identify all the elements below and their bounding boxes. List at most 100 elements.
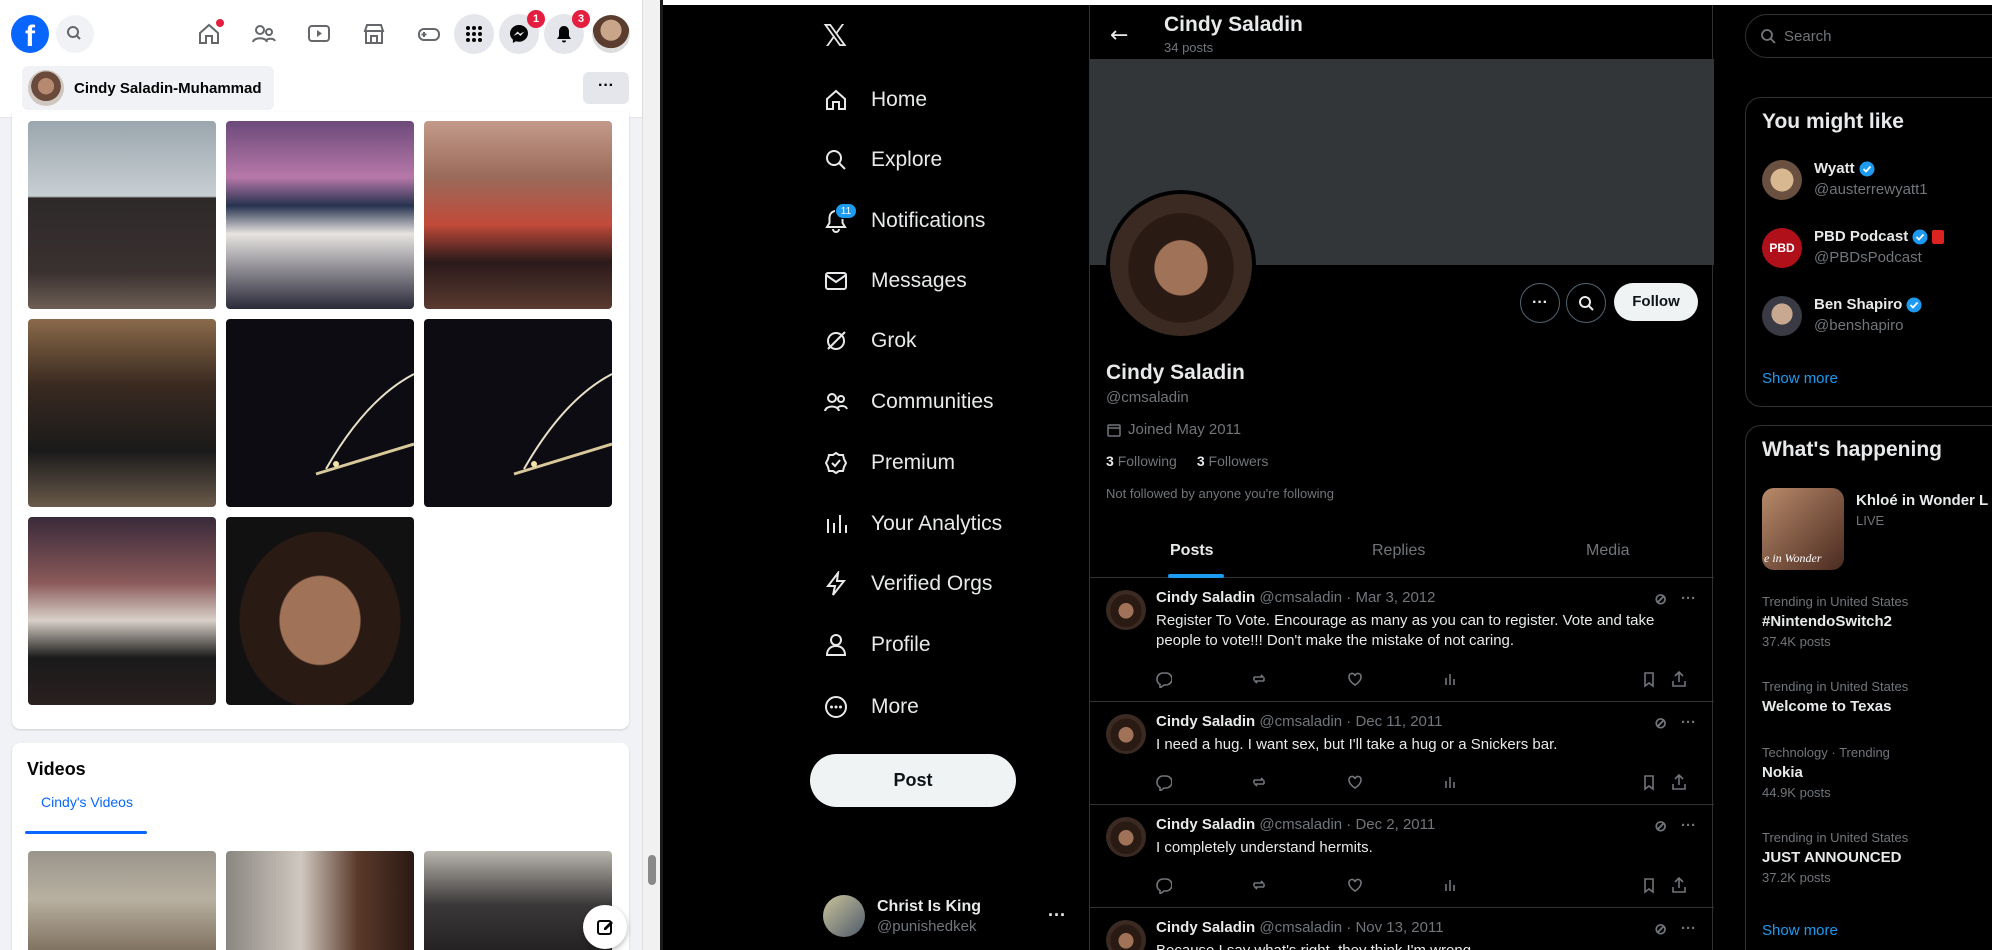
repost-icon[interactable] [1250, 670, 1268, 693]
trend-item[interactable]: Trending in United States Welcome to Tex… [1762, 679, 1908, 715]
tweet-more-button[interactable]: ··· [1681, 817, 1696, 835]
follow-button[interactable]: Follow [1614, 283, 1698, 321]
search-icon [67, 26, 81, 40]
photo-thumbnail[interactable] [28, 517, 216, 705]
profile-avatar[interactable] [1106, 190, 1256, 340]
post-button[interactable]: Post [810, 754, 1016, 807]
nav-profile[interactable]: Profile [823, 623, 931, 667]
photo-thumbnail[interactable] [226, 121, 414, 309]
bookmark-icon[interactable] [1640, 773, 1658, 796]
featured-event[interactable]: Khloé in Wonder L LIVE [1856, 492, 1988, 528]
views-icon[interactable] [1442, 670, 1460, 693]
account-more-button[interactable]: ··· [1048, 905, 1066, 926]
suggested-user[interactable]: Ben Shapiro @benshapiro [1762, 296, 1922, 336]
fb-scrollbar[interactable] [642, 0, 660, 950]
nav-more[interactable]: More [823, 685, 919, 729]
profile-search-button[interactable] [1566, 283, 1606, 323]
following-link[interactable]: 3 Following [1106, 453, 1177, 469]
x-logo[interactable]: 𝕏 [823, 19, 847, 54]
tweet-more-button[interactable]: ··· [1681, 920, 1696, 938]
trend-item[interactable]: Trending in United States JUST ANNOUNCED… [1762, 830, 1908, 885]
fb-search-button[interactable] [56, 15, 94, 53]
tab-media[interactable]: Media [1586, 542, 1630, 560]
search-input[interactable] [1784, 27, 1984, 45]
photo-thumbnail[interactable] [28, 319, 216, 507]
account-switcher[interactable]: Christ Is King @punishedkek [823, 895, 981, 937]
views-icon[interactable] [1442, 876, 1460, 899]
fb-menu-button[interactable] [454, 14, 494, 54]
reply-icon[interactable] [1154, 670, 1173, 693]
nav-your-analytics[interactable]: Your Analytics [823, 502, 1002, 546]
fb-video-nav[interactable] [300, 15, 338, 53]
trend-item[interactable]: Trending in United States #NintendoSwitc… [1762, 594, 1908, 649]
share-icon[interactable] [1670, 670, 1688, 693]
share-icon[interactable] [1670, 876, 1688, 899]
featured-thumbnail[interactable]: e in Wonder [1762, 488, 1844, 570]
views-icon[interactable] [1442, 773, 1460, 796]
avatar [1106, 590, 1146, 630]
nav-communities[interactable]: Communities [823, 380, 994, 424]
share-icon[interactable] [1670, 773, 1688, 796]
suggested-user[interactable]: PBD PBD Podcast @PBDsPodcast [1762, 228, 1945, 268]
photo-thumbnail[interactable] [226, 319, 414, 507]
profile-more-button[interactable]: ··· [1520, 283, 1560, 323]
grok-icon[interactable]: ⊘ [1654, 590, 1667, 608]
nav-messages[interactable]: Messages [823, 259, 967, 303]
tweet[interactable]: Cindy Saladin @cmsaladin · Dec 2, 2011 ⊘… [1090, 805, 1714, 908]
fb-account-avatar[interactable] [592, 15, 630, 53]
tab-replies[interactable]: Replies [1372, 542, 1425, 560]
fb-new-message-button[interactable] [583, 905, 627, 949]
messenger-badge: 1 [527, 10, 545, 28]
nav-verified-orgs[interactable]: Verified Orgs [823, 562, 992, 606]
photo-thumbnail[interactable] [28, 121, 216, 309]
like-icon[interactable] [1346, 670, 1364, 693]
repost-icon[interactable] [1250, 773, 1268, 796]
fb-messenger-button[interactable]: 1 [499, 10, 545, 54]
trend-item[interactable]: Technology · Trending Nokia 44.9K posts [1762, 745, 1890, 800]
like-icon[interactable] [1346, 876, 1364, 899]
show-more-link[interactable]: Show more [1762, 922, 1838, 939]
grok-icon[interactable]: ⊘ [1654, 920, 1667, 938]
fb-gaming-nav[interactable] [410, 15, 448, 53]
repost-icon[interactable] [1250, 876, 1268, 899]
nav-grok[interactable]: Grok [823, 319, 917, 363]
tweet-more-button[interactable]: ··· [1681, 714, 1696, 732]
fb-more-button[interactable]: ··· [583, 72, 629, 104]
followers-link[interactable]: 3 Followers [1197, 453, 1269, 469]
fb-home-nav[interactable] [190, 15, 228, 53]
nav-label: Premium [871, 451, 956, 474]
photo-thumbnail[interactable] [424, 319, 612, 507]
suggested-user[interactable]: Wyatt @austerrewyatt1 [1762, 160, 1928, 200]
tweet-more-button[interactable]: ··· [1681, 590, 1696, 608]
photo-thumbnail[interactable] [226, 517, 414, 705]
nav-home[interactable]: Home [823, 78, 927, 122]
video-thumbnail[interactable] [28, 851, 216, 950]
back-button[interactable]: ← [1110, 23, 1128, 48]
video-thumbnail[interactable] [226, 851, 414, 950]
grok-icon[interactable]: ⊘ [1654, 817, 1667, 835]
photo-thumbnail[interactable] [424, 121, 612, 309]
search-bar[interactable] [1745, 14, 1992, 58]
grok-icon[interactable]: ⊘ [1654, 714, 1667, 732]
fb-friends-nav[interactable] [245, 15, 283, 53]
tweet[interactable]: Cindy Saladin @cmsaladin · Mar 3, 2012 ⊘… [1090, 578, 1714, 702]
nav-notifications[interactable]: 11 Notifications [823, 199, 985, 243]
bookmark-icon[interactable] [1640, 876, 1658, 899]
like-icon[interactable] [1346, 773, 1364, 796]
scroll-thumb[interactable] [648, 855, 656, 885]
facebook-logo[interactable]: f [11, 15, 49, 53]
tweet[interactable]: Cindy Saladin @cmsaladin · Dec 11, 2011 … [1090, 702, 1714, 805]
show-more-link[interactable]: Show more [1762, 370, 1838, 387]
bridge-night-image [513, 373, 612, 476]
nav-premium[interactable]: Premium [823, 441, 955, 485]
tweet[interactable]: Cindy Saladin @cmsaladin · Nov 13, 2011 … [1090, 908, 1714, 950]
bookmark-icon[interactable] [1640, 670, 1658, 693]
fb-marketplace-nav[interactable] [355, 15, 393, 53]
tab-cindys-videos[interactable]: Cindy's Videos [27, 794, 147, 810]
nav-explore[interactable]: Explore [823, 138, 942, 182]
fb-notifications-button[interactable]: 3 [544, 10, 590, 54]
fb-profile-chip[interactable]: Cindy Saladin-Muhammad [22, 66, 274, 110]
reply-icon[interactable] [1154, 876, 1173, 899]
reply-icon[interactable] [1154, 773, 1173, 796]
tab-posts[interactable]: Posts [1170, 542, 1214, 560]
